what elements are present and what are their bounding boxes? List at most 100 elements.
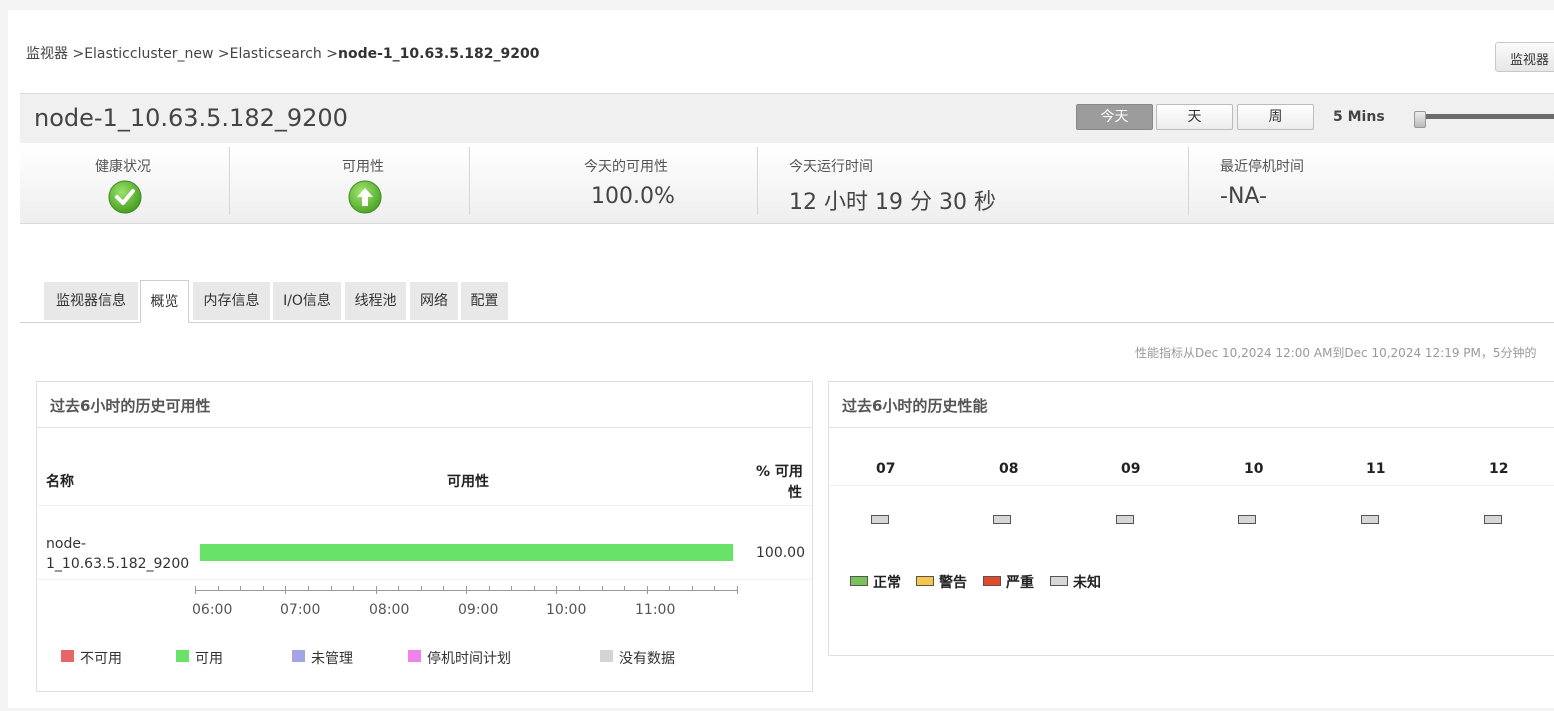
tab-io-info[interactable]: I/O信息 [273, 282, 341, 320]
period-day-button[interactable]: 天 [1156, 104, 1233, 130]
today-availability-value: 100.0% [591, 184, 675, 209]
axis-label-0800: 08:00 [369, 602, 410, 618]
axis-tick [669, 586, 670, 591]
hour-label-12: 12 [1489, 461, 1509, 477]
tab-memory-info[interactable]: 内存信息 [193, 282, 270, 320]
legend-no-data-label: 没有数据 [619, 651, 675, 667]
interval-label: 5 Mins [1333, 109, 1385, 125]
legend-critical-swatch [983, 576, 1001, 586]
legend-critical-label: 严重 [1006, 575, 1034, 591]
row-divider [37, 579, 812, 580]
stats-bar [20, 143, 1554, 224]
panel-divider [829, 427, 1554, 428]
col-pct-header: % 可用 [756, 464, 803, 480]
stat-divider [469, 147, 470, 215]
hour-status-09[interactable] [1116, 515, 1134, 524]
legend-unavailable-swatch [61, 650, 74, 662]
stat-divider [1188, 147, 1189, 215]
hour-status-10[interactable] [1238, 515, 1256, 524]
stat-divider [229, 147, 230, 215]
hour-status-08[interactable] [993, 515, 1011, 524]
availability-bar[interactable] [200, 544, 733, 561]
hour-status-11[interactable] [1361, 515, 1379, 524]
tab-config[interactable]: 配置 [461, 282, 508, 320]
tab-monitor-info[interactable]: 监视器信息 [44, 282, 138, 320]
axis-label-0700: 07:00 [280, 602, 321, 618]
axis-tick [398, 586, 399, 591]
legend-normal-swatch [850, 576, 868, 586]
period-today-button[interactable]: 今天 [1076, 104, 1153, 130]
axis-tick [714, 586, 715, 591]
axis-tick [353, 586, 354, 591]
hour-label-11: 11 [1366, 461, 1386, 477]
breadcrumb-cluster[interactable]: Elasticcluster_new > [84, 46, 229, 62]
interval-slider-handle[interactable] [1414, 111, 1426, 128]
interval-slider-track[interactable] [1416, 114, 1554, 119]
legend-unmanaged-label: 未管理 [311, 651, 353, 667]
legend-scheduled-swatch [408, 650, 421, 662]
breadcrumb-monitors[interactable]: 监视器 > [26, 46, 84, 62]
axis-tick [308, 586, 309, 591]
breadcrumb-elasticsearch[interactable]: Elasticsearch > [230, 46, 338, 62]
uptime-label: 今天运行时间 [789, 159, 873, 175]
legend-scheduled-label: 停机时间计划 [427, 651, 511, 667]
hour-status-12[interactable] [1484, 515, 1502, 524]
axis-tick [579, 586, 580, 591]
col-pct-header-wrap: 性 [788, 485, 802, 501]
axis-tick [376, 586, 377, 594]
axis-label-1000: 10:00 [546, 602, 587, 618]
axis-tick [218, 586, 219, 591]
axis-tick [240, 586, 241, 591]
monitor-button[interactable]: 监视器 [1495, 42, 1554, 72]
axis-label-0600: 06:00 [192, 602, 233, 618]
hour-label-09: 09 [1121, 461, 1141, 477]
today-availability-label: 今天的可用性 [584, 159, 668, 175]
axis-tick [489, 586, 490, 591]
axis-tick [331, 586, 332, 591]
axis-label-1100: 11:00 [635, 602, 676, 618]
last-down-value: -NA- [1220, 184, 1267, 209]
availability-panel-title: 过去6小时的历史可用性 [50, 397, 211, 415]
performance-panel-title: 过去6小时的历史性能 [842, 397, 988, 415]
row-node-name-line1: node- [46, 536, 86, 552]
health-ok-icon[interactable] [108, 180, 142, 218]
row-availability-pct: 100.00 [756, 545, 805, 561]
tab-overview[interactable]: 概览 [140, 280, 189, 323]
axis-tick [421, 586, 422, 591]
axis-tick [692, 586, 693, 591]
row-divider [829, 485, 1554, 486]
stat-divider [757, 147, 758, 215]
hour-label-07: 07 [876, 461, 896, 477]
axis-tick [443, 586, 444, 591]
row-node-name[interactable]: node- 1_10.63.5.182_9200 [46, 534, 189, 574]
axis-tick [556, 586, 557, 594]
legend-warning-label: 警告 [939, 575, 967, 591]
row-divider [37, 505, 812, 506]
axis-tick [195, 586, 196, 594]
axis-tick [511, 586, 512, 591]
axis-tick [466, 586, 467, 594]
breadcrumb-current: node-1_10.63.5.182_9200 [337, 46, 540, 62]
breadcrumb: 监视器 >Elasticcluster_new >Elasticsearch >… [26, 43, 540, 63]
axis-tick [647, 586, 648, 594]
last-down-label: 最近停机时间 [1220, 159, 1304, 175]
availability-up-icon[interactable] [348, 180, 382, 218]
legend-available-label: 可用 [195, 651, 223, 667]
legend-available-swatch [176, 650, 189, 662]
axis-tick [602, 586, 603, 591]
tab-thread-pool[interactable]: 线程池 [345, 282, 406, 320]
period-week-button[interactable]: 周 [1237, 104, 1314, 130]
legend-unknown-label: 未知 [1073, 575, 1101, 591]
performance-panel [828, 381, 1554, 656]
hour-label-08: 08 [999, 461, 1019, 477]
legend-normal-label: 正常 [873, 575, 901, 591]
legend-no-data-swatch [600, 650, 613, 662]
axis-tick [737, 586, 738, 594]
legend-unavailable-label: 不可用 [80, 651, 122, 667]
tabs-divider [20, 322, 1554, 323]
tab-network[interactable]: 网络 [410, 282, 458, 320]
legend-unknown-swatch [1050, 576, 1068, 586]
axis-tick [624, 586, 625, 591]
hour-label-10: 10 [1244, 461, 1264, 477]
hour-status-07[interactable] [871, 515, 889, 524]
